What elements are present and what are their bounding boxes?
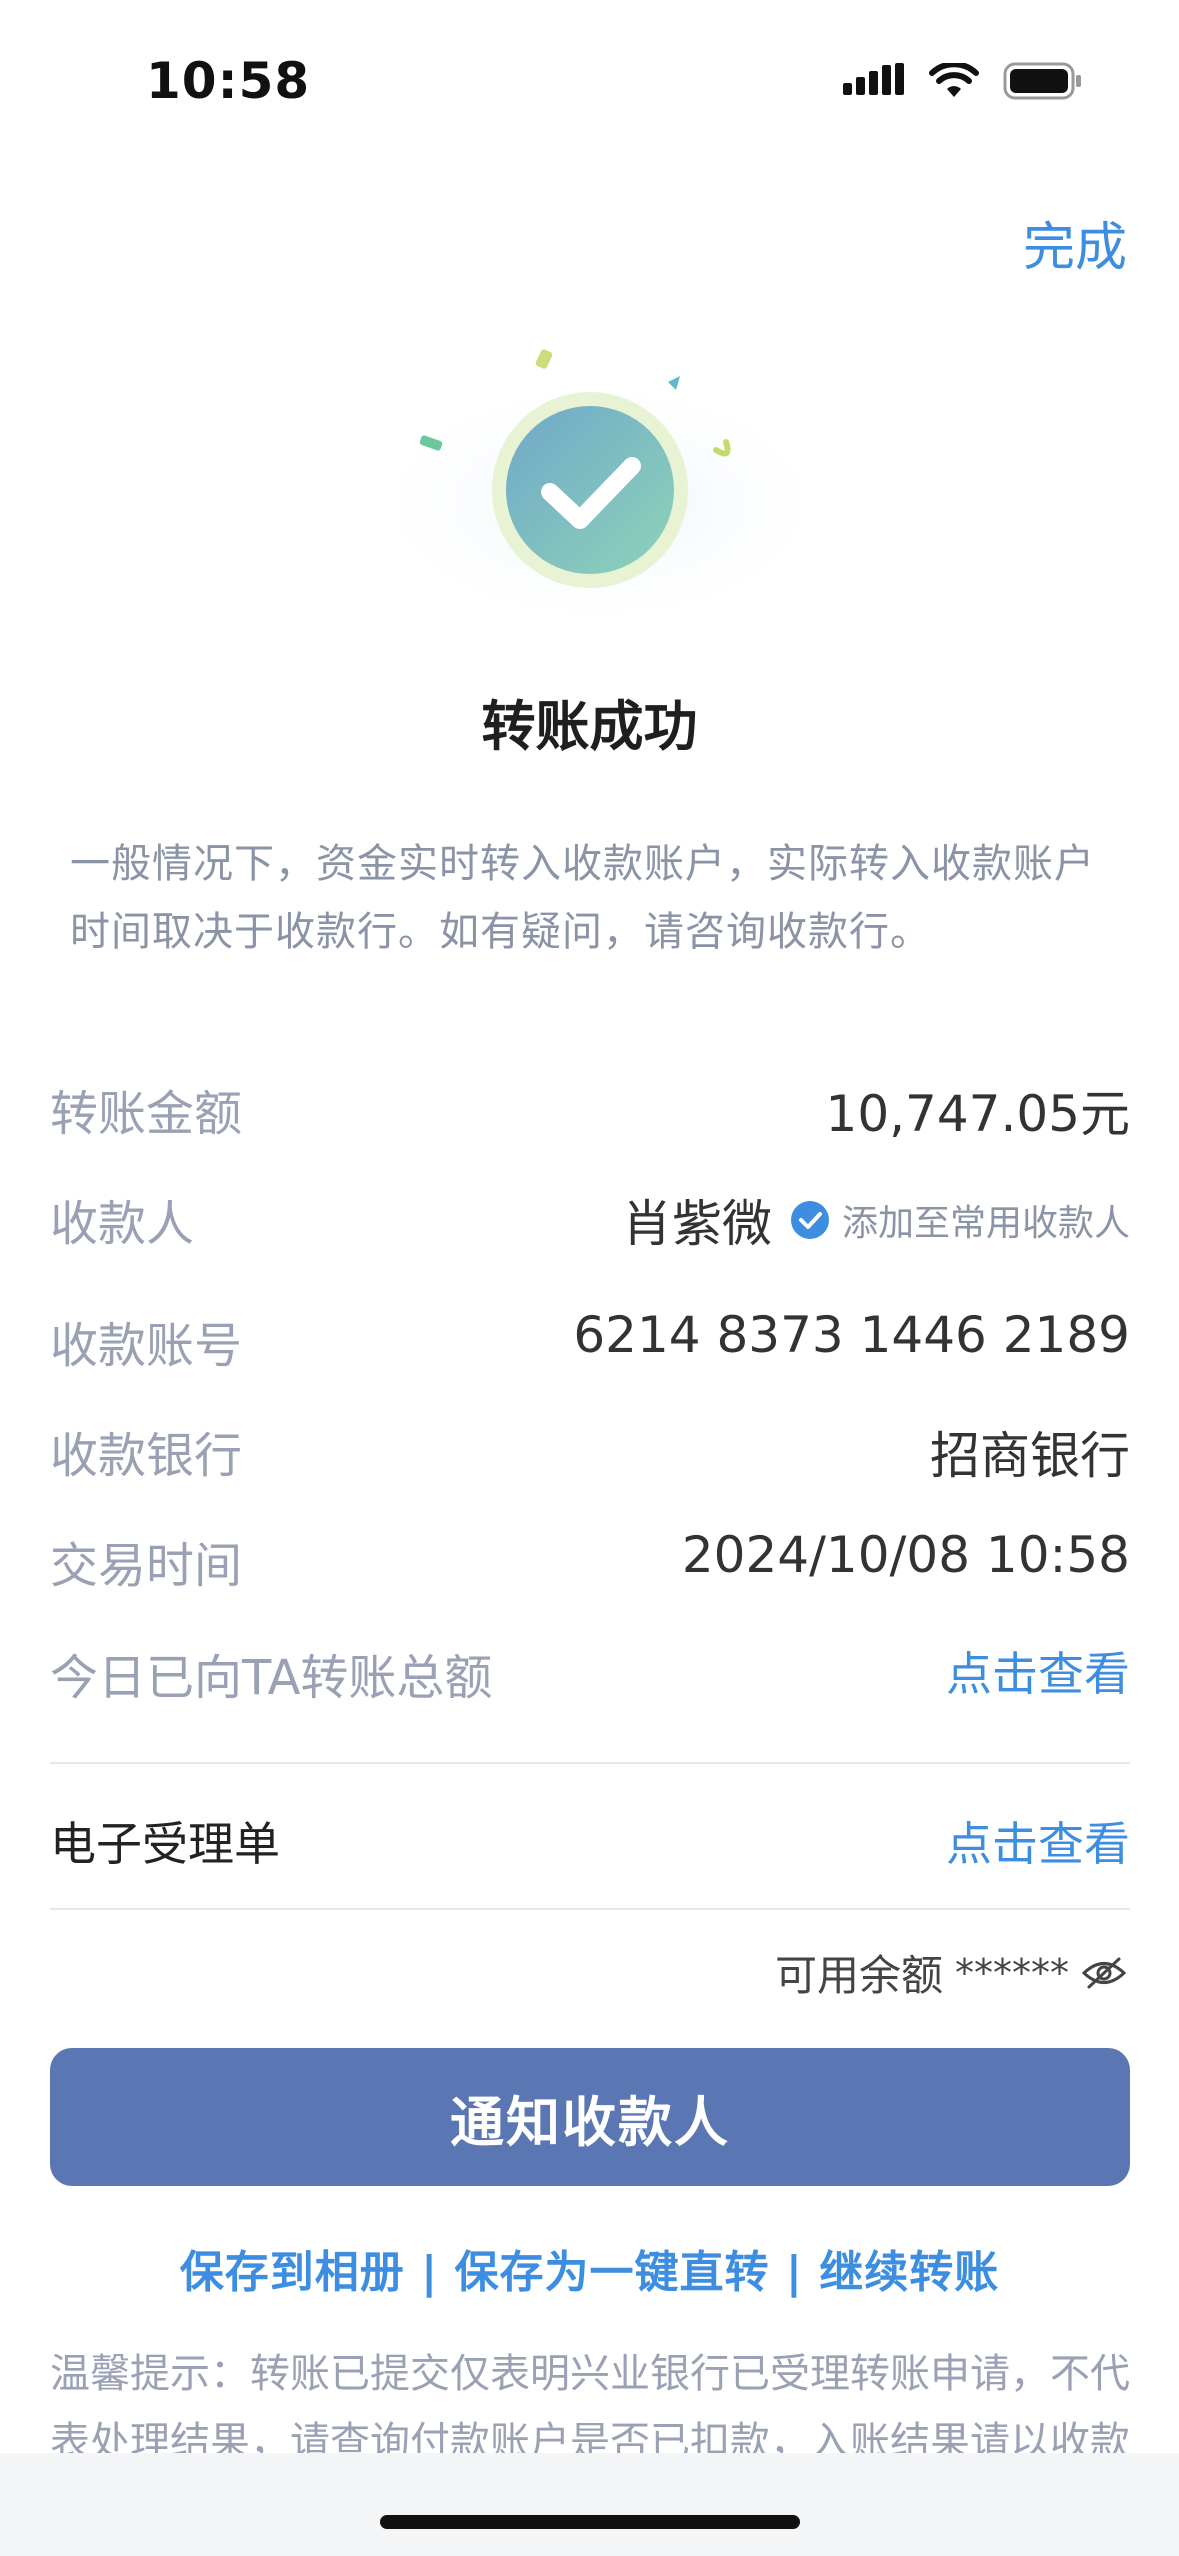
eye-hidden-icon[interactable] (1081, 1956, 1127, 1990)
page-title: 转账成功 (481, 695, 698, 758)
row-today-total: 今日已向TA转账总额 点击查看 (50, 1638, 1130, 1708)
payee-label: 收款人 (50, 1196, 195, 1252)
separator: | (404, 2247, 455, 2298)
continue-transfer-link[interactable]: 继续转账 (819, 2247, 999, 2298)
wifi-icon (929, 63, 979, 97)
receipt-label: 电子受理单 (50, 1817, 280, 1871)
notify-payee-button[interactable]: 通知收款人 (50, 2048, 1130, 2186)
receipt-link[interactable]: 点击查看 (946, 1808, 1130, 1874)
transfer-notice: 一般情况下，资金实时转入收款账户，实际转入收款账户时间取决于收款行。如有疑问，请… (70, 841, 1095, 955)
home-indicator[interactable] (380, 2515, 800, 2529)
account-label: 收款账号 (50, 1318, 243, 1374)
row-account: 收款账号 6214 8373 1446 2189 (50, 1306, 1130, 1376)
row-payee: 收款人 肖紫微 添加至常用收款人 (50, 1184, 1130, 1254)
account-value: 6214 8373 1446 2189 (573, 1306, 1130, 1364)
today-total-label: 今日已向TA转账总额 (50, 1650, 493, 1706)
payee-value: 肖紫微 添加至常用收款人 (622, 1184, 1130, 1256)
balance: 可用余额 ****** (775, 1942, 1127, 2003)
bank-value: 招商银行 (930, 1427, 1130, 1485)
home-bar-area (0, 2453, 1179, 2556)
time-label: 交易时间 (50, 1538, 243, 1594)
save-quick-transfer-link[interactable]: 保存为一键直转 (455, 2247, 770, 2298)
add-payee-check-icon[interactable] (790, 1200, 830, 1240)
status-icons (843, 62, 1083, 100)
divider (50, 1908, 1130, 1910)
amount-label: 转账金额 (50, 1086, 243, 1142)
battery-icon (1003, 62, 1081, 100)
save-to-album-link[interactable]: 保存到相册 (180, 2247, 405, 2298)
done-button[interactable]: 完成 (1023, 205, 1127, 280)
success-check-icon (360, 349, 840, 620)
action-links: 保存到相册 | 保存为一键直转 | 继续转账 (0, 2236, 1179, 2300)
separator: | (769, 2247, 820, 2298)
divider (50, 1762, 1130, 1764)
bank-label: 收款银行 (50, 1428, 243, 1484)
add-payee-link[interactable]: 添加至常用收款人 (842, 1194, 1130, 1246)
time-value: 2024/10/08 10:58 (681, 1526, 1130, 1584)
amount-value: 10,747.05元 (825, 1085, 1130, 1143)
today-total-link[interactable]: 点击查看 (946, 1638, 1130, 1704)
status-time: 10:58 (146, 52, 311, 110)
signal-icon (843, 63, 904, 95)
balance-value: ****** (955, 1950, 1069, 1995)
balance-label: 可用余额 (774, 1951, 943, 2000)
row-time: 交易时间 2024/10/08 10:58 (50, 1526, 1130, 1596)
payee-name: 肖紫微 (621, 1195, 772, 1253)
row-amount: 转账金额 10,747.05元 (50, 1074, 1130, 1144)
row-bank: 收款银行 招商银行 (50, 1416, 1130, 1486)
